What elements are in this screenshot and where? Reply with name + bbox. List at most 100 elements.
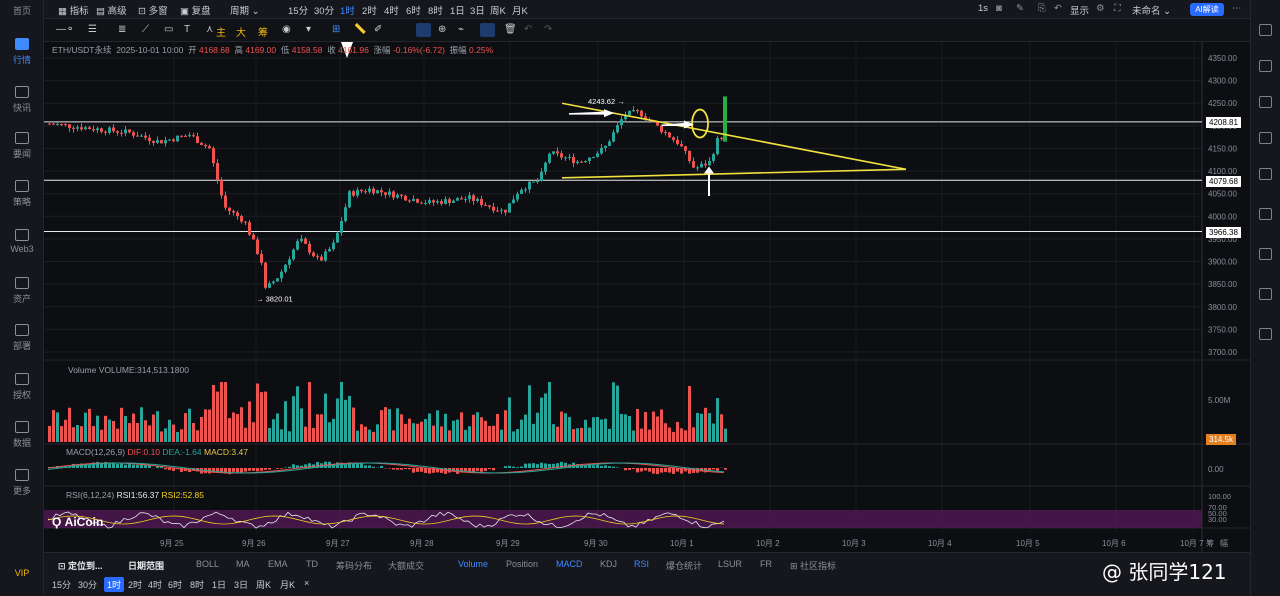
pb-6h[interactable]: 6时 <box>168 578 182 591</box>
alerts-icon[interactable] <box>1259 132 1272 144</box>
tab-boll[interactable]: BOLL <box>196 559 219 569</box>
chart-area[interactable]: 4350.004300.004250.004200.004150.004100.… <box>44 42 1250 552</box>
tab-rsi[interactable]: RSI <box>634 559 649 569</box>
sidebar-item-data[interactable]: 数据 <box>0 421 44 449</box>
text-tool-icon[interactable]: T <box>184 24 190 35</box>
dropdown-icon[interactable]: ▾ <box>306 24 311 35</box>
pb-week[interactable]: 周K <box>256 578 271 591</box>
tab-ema[interactable]: EMA <box>268 559 288 569</box>
period-dropdown[interactable]: 周期 ⌄ <box>230 3 260 17</box>
sidebar-item-web3[interactable]: Web3 <box>0 229 44 254</box>
tab-liquidation[interactable]: 爆仓统计 <box>666 559 702 572</box>
display-button[interactable]: 显示 <box>1070 3 1089 17</box>
indicators-button[interactable]: ▦ 指标 <box>58 3 89 17</box>
tab-kdj[interactable]: KDJ <box>600 559 617 569</box>
undo-icon[interactable]: ↶ <box>1054 3 1062 14</box>
orderbook-icon[interactable] <box>1259 60 1272 72</box>
refresh-rate[interactable]: 1s <box>978 3 988 14</box>
trash-icon[interactable]: 🗑 <box>504 24 517 35</box>
period-month[interactable]: 月K <box>512 3 528 17</box>
undo-draw-icon[interactable]: ↶ <box>524 24 532 35</box>
period-week[interactable]: 周K <box>490 3 506 17</box>
tab-td[interactable]: TD <box>306 559 318 569</box>
tab-big-trades[interactable]: 大额成交 <box>388 559 424 572</box>
big-order-button[interactable]: 大 <box>236 24 246 39</box>
pb-4h[interactable]: 4时 <box>148 578 162 591</box>
pb-1d[interactable]: 1日 <box>212 578 226 591</box>
sidebar-item-more[interactable]: 更多 <box>0 469 44 497</box>
period-6h[interactable]: 6时 <box>406 3 421 17</box>
redo-draw-icon[interactable]: ↷ <box>544 24 552 35</box>
locate-button[interactable]: ⊡ 定位到... <box>58 559 103 572</box>
fullscreen-icon[interactable]: ⛶ <box>1114 3 1121 14</box>
ai-interpret-button[interactable]: AI解读 <box>1190 3 1224 16</box>
tab-volume[interactable]: Volume <box>458 559 488 569</box>
trades-icon[interactable] <box>1259 96 1272 108</box>
ruler-icon[interactable]: 📏 <box>354 24 366 35</box>
advanced-button[interactable]: ▤ 高级 <box>96 3 127 17</box>
chips-button[interactable]: 筹 <box>258 24 268 39</box>
edit-icon[interactable]: ✎ <box>1016 3 1024 14</box>
pb-month[interactable]: 月K <box>280 578 295 591</box>
panel-icon[interactable] <box>1259 24 1272 36</box>
pattern-tool-icon[interactable]: ⋏ <box>206 24 213 35</box>
period-3d[interactable]: 3日 <box>470 3 485 17</box>
filter-icon[interactable] <box>480 23 495 37</box>
pb-8h[interactable]: 8时 <box>190 578 204 591</box>
pb-close-icon[interactable]: × <box>304 578 309 588</box>
cursor-tool-icon[interactable]: ⊞ <box>332 24 340 35</box>
sidebar-item-assets[interactable]: 资产 <box>0 277 44 305</box>
pb-15m[interactable]: 15分 <box>52 578 71 591</box>
date-range-button[interactable]: 日期范围 <box>128 559 164 572</box>
tab-ma[interactable]: MA <box>236 559 250 569</box>
candlestick-chart[interactable]: 4350.004300.004250.004200.004150.004100.… <box>44 42 1250 552</box>
pen-tool-icon[interactable]: ⟋ <box>142 24 149 35</box>
tab-fr[interactable]: FR <box>760 559 772 569</box>
tab-position[interactable]: Position <box>506 559 538 569</box>
line-tool-icon[interactable]: —⚬ <box>56 24 74 35</box>
tab-lsur[interactable]: LSUR <box>718 559 742 569</box>
period-4h[interactable]: 4时 <box>384 3 399 17</box>
sidebar-item-market[interactable]: 行情 <box>0 38 44 66</box>
rect-tool-icon[interactable]: ▭ <box>164 24 173 35</box>
copy-icon[interactable]: ⎘ <box>1038 3 1046 14</box>
sidebar-item-deploy[interactable]: 部署 <box>0 324 44 352</box>
sidebar-item-strategy[interactable]: 策略 <box>0 180 44 208</box>
replay-button[interactable]: ▣ 复盘 <box>180 3 211 17</box>
pb-1h[interactable]: 1时 <box>104 577 125 592</box>
period-30m[interactable]: 30分 <box>314 3 334 17</box>
sidebar-item-headlines[interactable]: 要闻 <box>0 132 44 160</box>
link-icon[interactable]: ⌁ <box>458 24 464 35</box>
layers-icon[interactable] <box>1259 248 1272 260</box>
eye-icon[interactable]: ◉ <box>282 24 291 35</box>
sidebar-item-flash[interactable]: 快讯 <box>0 86 44 114</box>
period-8h[interactable]: 8时 <box>428 3 443 17</box>
tab-chip-dist[interactable]: 筹码分布 <box>336 559 372 572</box>
multi-window-button[interactable]: ⊡ 多窗 <box>138 3 168 17</box>
brush-icon[interactable]: ✐ <box>374 24 382 35</box>
vip-button[interactable]: VIP <box>0 568 44 578</box>
period-2h[interactable]: 2时 <box>362 3 377 17</box>
layout-dropdown[interactable]: 未命名 ⌄ <box>1132 3 1171 17</box>
sidebar-item-auth[interactable]: 授权 <box>0 373 44 401</box>
period-1d[interactable]: 1日 <box>450 3 465 17</box>
tab-macd[interactable]: MACD <box>556 559 583 569</box>
period-15m[interactable]: 15分 <box>288 3 308 17</box>
pb-30m[interactable]: 30分 <box>78 578 97 591</box>
notes-icon[interactable] <box>1259 288 1272 300</box>
camera-icon[interactable]: ◙ <box>996 3 1002 14</box>
main-indicator-button[interactable]: 主 <box>216 24 226 39</box>
period-1h[interactable]: 1时 <box>340 3 355 17</box>
chat-icon[interactable] <box>1259 328 1272 340</box>
hline-tool-icon[interactable]: ☰ <box>88 24 97 35</box>
magnet2-icon[interactable]: ⊕ <box>438 24 446 35</box>
magnet-icon[interactable] <box>416 23 431 37</box>
fib-tool-icon[interactable]: ≣ <box>118 24 126 35</box>
calc-icon[interactable] <box>1259 168 1272 180</box>
share-icon[interactable]: ⋯ <box>1232 3 1242 14</box>
tab-community[interactable]: ⊞ 社区指标 <box>790 559 836 572</box>
pb-2h[interactable]: 2时 <box>128 578 142 591</box>
pb-3d[interactable]: 3日 <box>234 578 248 591</box>
sidebar-item-home[interactable]: 首页 <box>0 4 44 17</box>
bot-icon[interactable] <box>1259 208 1272 220</box>
